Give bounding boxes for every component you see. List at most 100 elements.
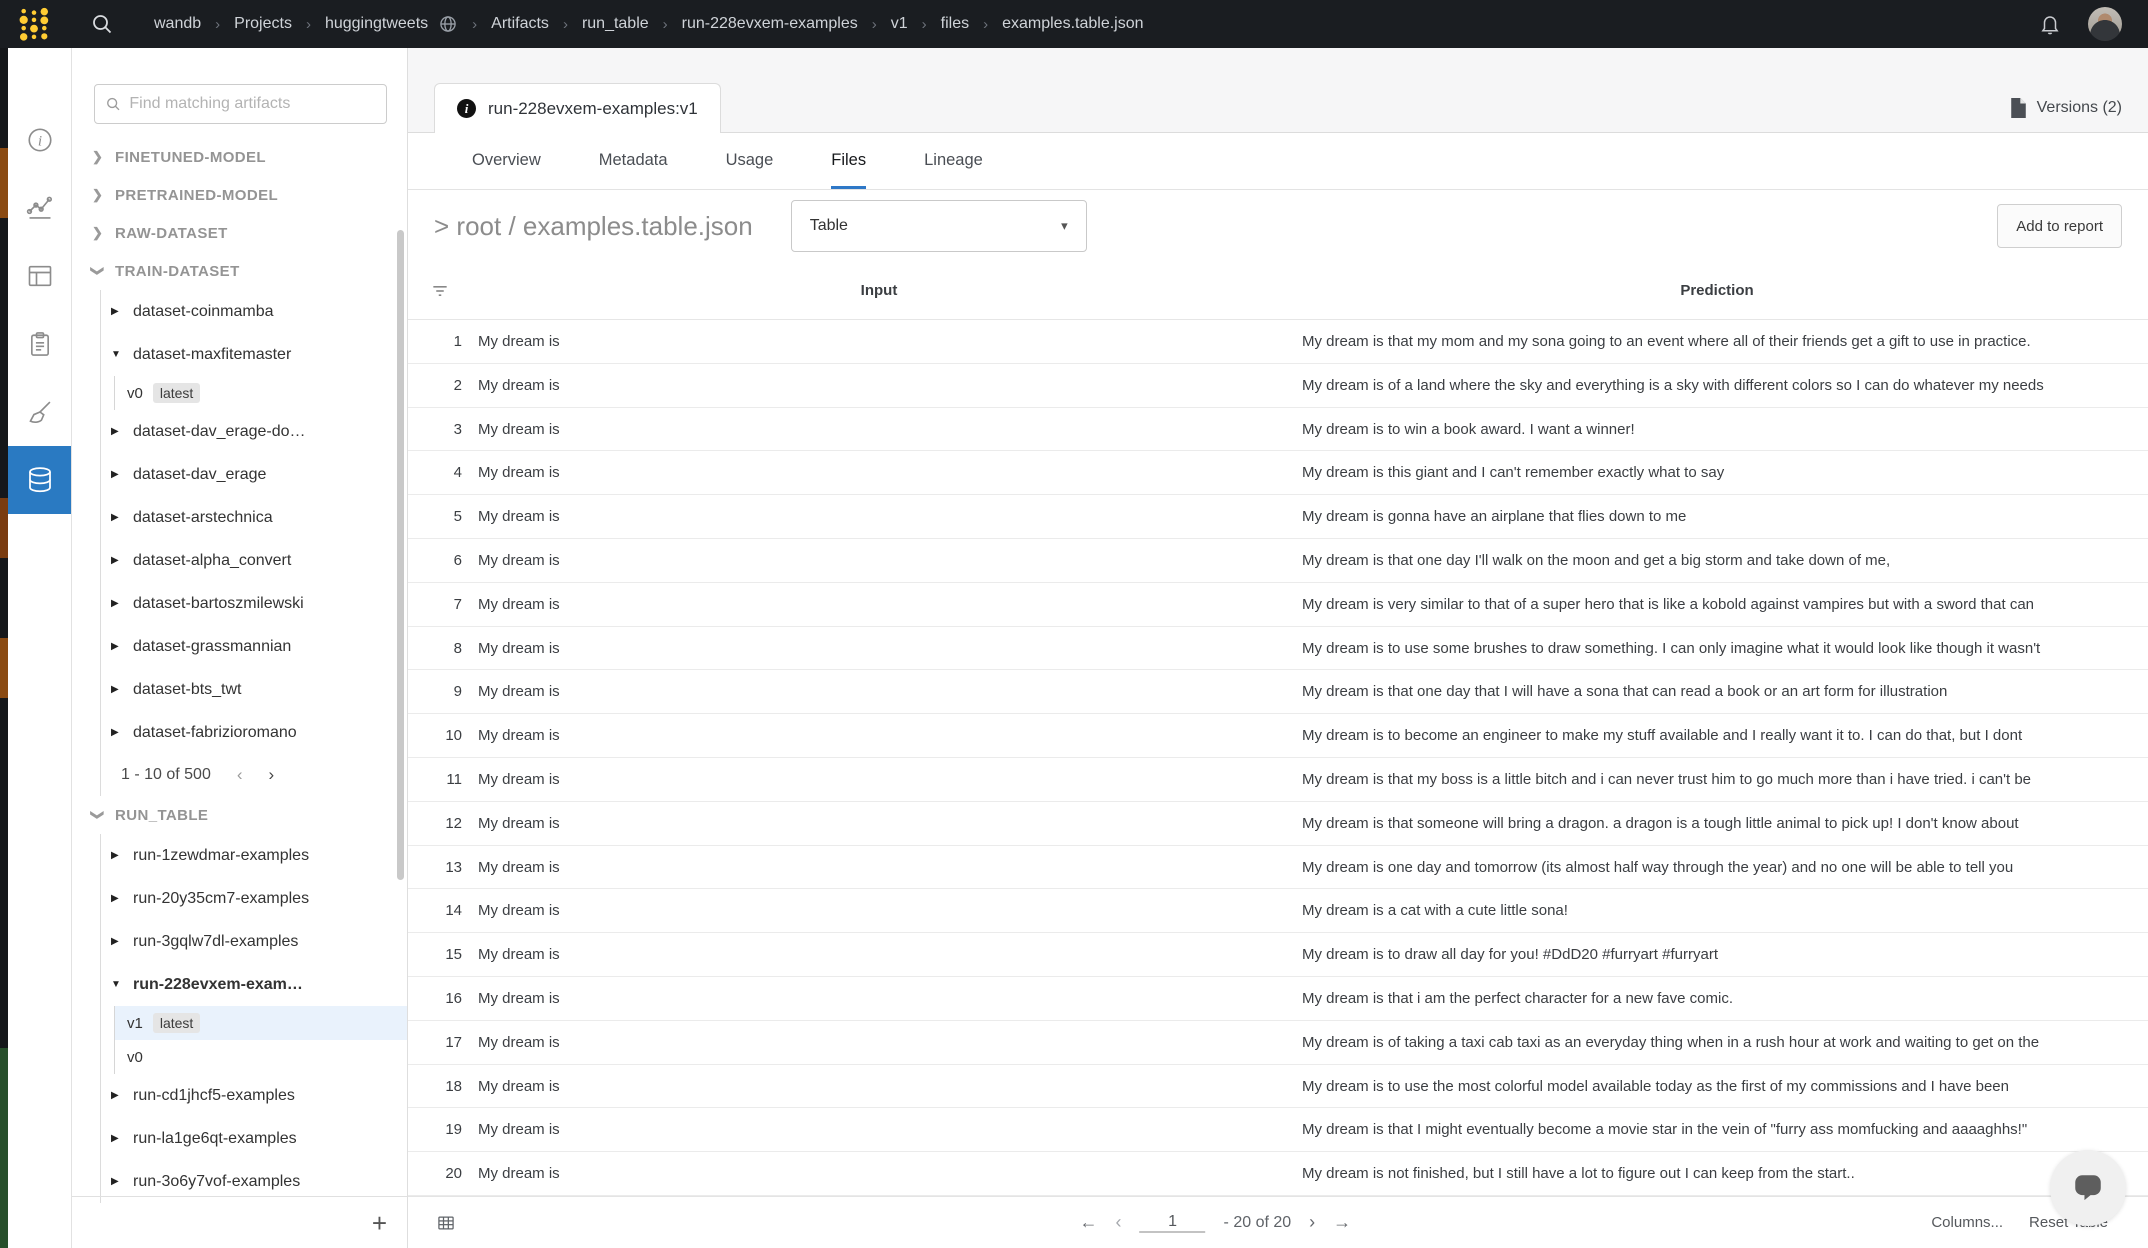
- group-train-dataset[interactable]: ❯ TRAIN-DATASET: [92, 252, 407, 290]
- tree-item-dataset[interactable]: ▶ dataset-bts_twt: [109, 668, 407, 711]
- tab-lineage[interactable]: Lineage: [924, 133, 983, 189]
- overview-info-icon[interactable]: i: [8, 106, 71, 174]
- prediction-cell[interactable]: My dream is gonna have an airplane that …: [1286, 495, 2148, 538]
- tree-item-dataset[interactable]: ▶ dataset-dav_erage: [109, 453, 407, 496]
- search-icon[interactable]: [90, 12, 114, 36]
- input-cell[interactable]: My dream is: [472, 364, 1286, 407]
- input-cell[interactable]: My dream is: [472, 495, 1286, 538]
- table-row[interactable]: 14My dream isMy dream is a cat with a cu…: [408, 889, 2148, 933]
- tree-item-dataset[interactable]: ▶ dataset-dav_erage-do…: [109, 410, 407, 453]
- table-row[interactable]: 10My dream isMy dream is to become an en…: [408, 714, 2148, 758]
- input-cell[interactable]: My dream is: [472, 627, 1286, 670]
- prediction-cell[interactable]: My dream is that I might eventually beco…: [1286, 1108, 2148, 1151]
- table-grid-icon[interactable]: [436, 1213, 456, 1233]
- tab-metadata[interactable]: Metadata: [599, 133, 668, 189]
- tree-item-run[interactable]: ▶ run-1zewdmar-examples: [109, 834, 407, 877]
- avatar[interactable]: [2088, 7, 2122, 41]
- group-raw-dataset[interactable]: ❯ RAW-DATASET: [92, 214, 407, 252]
- prediction-cell[interactable]: My dream is to use some brushes to draw …: [1286, 627, 2148, 670]
- prediction-cell[interactable]: My dream is to win a book award. I want …: [1286, 408, 2148, 451]
- tree-item-selected-run[interactable]: ▼ run-228evxem-exam…: [109, 963, 407, 1006]
- table-row[interactable]: 9My dream isMy dream is that one day tha…: [408, 670, 2148, 714]
- input-cell[interactable]: My dream is: [472, 408, 1286, 451]
- input-cell[interactable]: My dream is: [472, 320, 1286, 363]
- artifact-tab[interactable]: i run-228evxem-examples:v1: [434, 83, 721, 133]
- prediction-cell[interactable]: My dream is that one day that I will hav…: [1286, 670, 2148, 713]
- table-row[interactable]: 16My dream isMy dream is that i am the p…: [408, 977, 2148, 1021]
- prediction-cell[interactable]: My dream is that one day I'll walk on th…: [1286, 539, 2148, 582]
- search-input[interactable]: [129, 95, 376, 113]
- prediction-cell[interactable]: My dream is very similar to that of a su…: [1286, 583, 2148, 626]
- tab-usage[interactable]: Usage: [726, 133, 774, 189]
- tree-item-dataset[interactable]: ▶ dataset-bartoszmilewski: [109, 582, 407, 625]
- breadcrumb-run-name[interactable]: run-228evxem-examples: [682, 15, 858, 33]
- prediction-cell[interactable]: My dream is one day and tomorrow (its al…: [1286, 846, 2148, 889]
- add-artifact-plus-icon[interactable]: +: [372, 1210, 387, 1236]
- add-to-report-button[interactable]: Add to report: [1997, 204, 2122, 248]
- input-cell[interactable]: My dream is: [472, 1108, 1286, 1151]
- prediction-cell[interactable]: My dream is to use the most colorful mod…: [1286, 1065, 2148, 1108]
- next-page-icon[interactable]: ›: [269, 765, 275, 785]
- breadcrumb-huggingtweets[interactable]: huggingtweets: [325, 15, 428, 33]
- table-row[interactable]: 12My dream isMy dream is that someone wi…: [408, 802, 2148, 846]
- input-cell[interactable]: My dream is: [472, 889, 1286, 932]
- table-row[interactable]: 4My dream isMy dream is this giant and I…: [408, 451, 2148, 495]
- version-row-v0[interactable]: v0: [115, 1040, 407, 1074]
- tree-item-run[interactable]: ▶ run-3gqlw7dl-examples: [109, 920, 407, 963]
- table-row[interactable]: 13My dream isMy dream is one day and tom…: [408, 846, 2148, 890]
- breadcrumb-files[interactable]: files: [941, 15, 969, 33]
- prediction-cell[interactable]: My dream is of taking a taxi cab taxi as…: [1286, 1021, 2148, 1064]
- input-cell[interactable]: My dream is: [472, 802, 1286, 845]
- breadcrumb-projects[interactable]: Projects: [234, 15, 292, 33]
- charts-icon[interactable]: [8, 174, 71, 242]
- input-cell[interactable]: My dream is: [472, 1021, 1286, 1064]
- input-cell[interactable]: My dream is: [472, 977, 1286, 1020]
- columns-button[interactable]: Columns...: [1931, 1214, 2003, 1231]
- prev-page-icon[interactable]: ‹: [237, 765, 243, 785]
- input-cell[interactable]: My dream is: [472, 1152, 1286, 1195]
- last-page-arrow-icon[interactable]: →: [1333, 1212, 1351, 1233]
- tree-item-dataset[interactable]: ▼ dataset-maxfitemaster: [109, 333, 407, 376]
- version-row-v0-latest[interactable]: v0 latest: [115, 376, 407, 410]
- table-row[interactable]: 18My dream isMy dream is to use the most…: [408, 1065, 2148, 1109]
- input-cell[interactable]: My dream is: [472, 933, 1286, 976]
- prediction-cell[interactable]: My dream is a cat with a cute little son…: [1286, 889, 2148, 932]
- next-page-icon[interactable]: ›: [1309, 1212, 1315, 1233]
- first-page-arrow-icon[interactable]: ←: [1080, 1212, 1098, 1233]
- table-row[interactable]: 3My dream isMy dream is to win a book aw…: [408, 408, 2148, 452]
- chat-bubble-button[interactable]: [2050, 1150, 2126, 1226]
- tree-item-run[interactable]: ▶ run-20y35cm7-examples: [109, 877, 407, 920]
- tab-files[interactable]: Files: [831, 133, 866, 189]
- prediction-cell[interactable]: My dream is that my boss is a little bit…: [1286, 758, 2148, 801]
- table-row[interactable]: 8My dream isMy dream is to use some brus…: [408, 627, 2148, 671]
- version-row-v1-selected[interactable]: v1 latest: [115, 1006, 407, 1040]
- tree-item-dataset[interactable]: ▶ dataset-grassmannian: [109, 625, 407, 668]
- table-row[interactable]: 2My dream isMy dream is of a land where …: [408, 364, 2148, 408]
- page-number-input[interactable]: [1140, 1213, 1206, 1233]
- table-row[interactable]: 11My dream isMy dream is that my boss is…: [408, 758, 2148, 802]
- group-run-table[interactable]: ❯ RUN_TABLE: [92, 796, 407, 834]
- tree-item-dataset[interactable]: ▶ dataset-fabrizioromano: [109, 711, 407, 754]
- jobs-clipboard-icon[interactable]: [8, 310, 71, 378]
- input-cell[interactable]: My dream is: [472, 583, 1286, 626]
- column-header-input[interactable]: Input: [472, 282, 1286, 299]
- table-row[interactable]: 7My dream isMy dream is very similar to …: [408, 583, 2148, 627]
- breadcrumb-wandb[interactable]: wandb: [154, 15, 201, 33]
- prediction-cell[interactable]: My dream is that my mom and my sona goin…: [1286, 320, 2148, 363]
- tree-item-run[interactable]: ▶ run-cd1jhcf5-examples: [109, 1074, 407, 1117]
- column-header-prediction[interactable]: Prediction: [1286, 282, 2148, 299]
- prediction-cell[interactable]: My dream is of a land where the sky and …: [1286, 364, 2148, 407]
- tree-item-dataset[interactable]: ▶ dataset-coinmamba: [109, 290, 407, 333]
- input-cell[interactable]: My dream is: [472, 539, 1286, 582]
- table-row[interactable]: 15My dream isMy dream is to draw all day…: [408, 933, 2148, 977]
- group-finetuned-model[interactable]: ❯ FINETUNED-MODEL: [92, 138, 407, 176]
- sweeps-broom-icon[interactable]: [8, 378, 71, 446]
- breadcrumb-artifacts[interactable]: Artifacts: [491, 15, 549, 33]
- sidebar-scrollbar[interactable]: [397, 230, 404, 880]
- view-type-select[interactable]: Table ▾: [791, 200, 1087, 252]
- bell-icon[interactable]: [2038, 12, 2062, 36]
- input-cell[interactable]: My dream is: [472, 1065, 1286, 1108]
- table-row[interactable]: 6My dream isMy dream is that one day I'l…: [408, 539, 2148, 583]
- prediction-cell[interactable]: My dream is to become an engineer to mak…: [1286, 714, 2148, 757]
- prediction-cell[interactable]: My dream is that someone will bring a dr…: [1286, 802, 2148, 845]
